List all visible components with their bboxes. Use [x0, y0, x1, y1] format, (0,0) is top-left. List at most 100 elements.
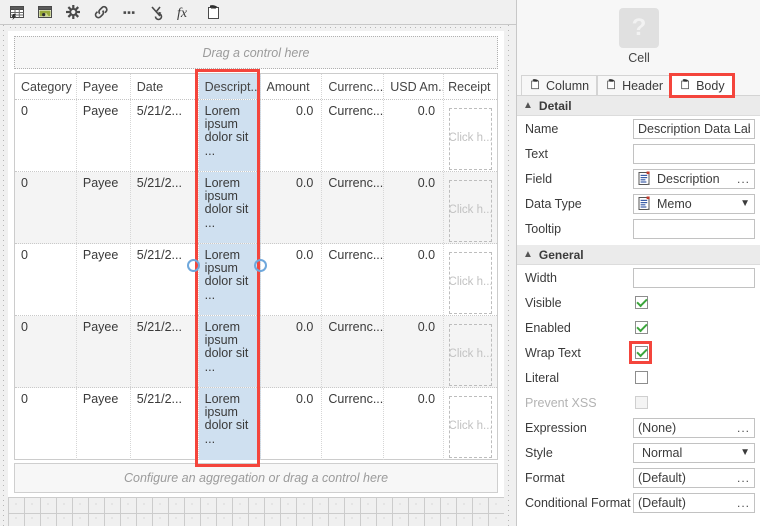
visible-checkbox[interactable]: [635, 296, 648, 309]
expression-ellipsis-icon[interactable]: ...: [733, 421, 750, 435]
cell-usd-amount[interactable]: 0.0: [384, 100, 445, 171]
data-type-dropdown[interactable]: Memo ▼: [633, 193, 755, 214]
expression-picker[interactable]: (None) ...: [633, 417, 755, 438]
receipt-upload-placeholder[interactable]: Click h...: [449, 252, 492, 314]
cell-receipt[interactable]: Click h...: [444, 100, 497, 171]
tooltip-input[interactable]: [633, 218, 755, 239]
cell-receipt[interactable]: Click h...: [444, 388, 497, 460]
receipt-upload-placeholder[interactable]: Click h...: [449, 324, 492, 386]
cell-currency[interactable]: Currenc...: [322, 244, 385, 315]
wrap-text-checkbox[interactable]: [635, 346, 648, 359]
cell-currency[interactable]: Currenc...: [322, 172, 385, 243]
cell-description[interactable]: Lorem ipsum dolor sit ...: [198, 388, 261, 460]
cell-description[interactable]: Lorem ipsum dolor sit ...: [198, 100, 261, 171]
cell-description[interactable]: Lorem ipsum dolor sit ...: [198, 244, 261, 315]
table-row[interactable]: 0 Payee 5/21/2... Lorem ipsum dolor sit …: [15, 244, 497, 316]
paste-control-icon[interactable]: [200, 1, 226, 23]
column-header-currency[interactable]: Currenc...: [322, 74, 385, 99]
name-input[interactable]: Description Data Labe: [633, 118, 755, 139]
cell-usd-amount[interactable]: 0.0: [384, 316, 445, 387]
cell-date[interactable]: 5/21/2...: [131, 244, 199, 315]
cell-currency[interactable]: Currenc...: [322, 100, 385, 171]
column-header-amount[interactable]: Amount: [261, 74, 323, 99]
cell-category[interactable]: 0: [15, 172, 77, 243]
cell-date[interactable]: 5/21/2...: [131, 100, 199, 171]
column-header-receipt[interactable]: Receipt: [444, 74, 497, 99]
receipt-upload-placeholder[interactable]: Click h...: [449, 108, 492, 170]
cell-category[interactable]: 0: [15, 244, 77, 315]
cell-category[interactable]: 0: [15, 316, 77, 387]
more-options-icon[interactable]: [116, 1, 142, 23]
column-header-description[interactable]: Descript...: [198, 74, 261, 99]
conditional-format-picker[interactable]: (Default) ...: [633, 492, 755, 513]
column-header-date[interactable]: Date: [131, 74, 199, 99]
chevron-down-icon[interactable]: ▼: [736, 447, 750, 458]
cell-date[interactable]: 5/21/2...: [131, 316, 199, 387]
enabled-checkbox-wrap: [633, 321, 648, 334]
cell-currency[interactable]: Currenc...: [322, 316, 385, 387]
settings-gear-icon[interactable]: [60, 1, 86, 23]
cell-amount[interactable]: 0.0: [261, 316, 323, 387]
cell-usd-amount[interactable]: 0.0: [384, 172, 445, 243]
column-resize-handle-right[interactable]: [254, 259, 267, 272]
section-header-general[interactable]: ▲ General: [517, 245, 760, 265]
tab-column[interactable]: Column: [521, 75, 598, 96]
tab-header[interactable]: Header: [597, 75, 672, 96]
field-picker-ellipsis-icon[interactable]: ...: [733, 172, 750, 186]
field-picker[interactable]: Description ...: [633, 168, 755, 189]
property-label-expression: Expression: [525, 420, 587, 435]
receipt-upload-placeholder[interactable]: Click h...: [449, 396, 492, 458]
table-row[interactable]: 0 Payee 5/21/2... Lorem ipsum dolor sit …: [15, 100, 497, 172]
section-header-detail[interactable]: ▲ Detail: [517, 96, 760, 116]
receipt-upload-placeholder[interactable]: Click h...: [449, 180, 492, 242]
conditional-format-ellipsis-icon[interactable]: ...: [733, 496, 750, 510]
column-header-payee[interactable]: Payee: [77, 74, 131, 99]
text-input[interactable]: [633, 143, 755, 164]
canvas-empty-area: [8, 497, 504, 526]
cell-receipt[interactable]: Click h...: [444, 316, 497, 387]
cell-category[interactable]: 0: [15, 388, 77, 460]
cell-payee[interactable]: Payee: [77, 244, 131, 315]
table-row[interactable]: 0 Payee 5/21/2... Lorem ipsum dolor sit …: [15, 316, 497, 388]
cell-usd-amount[interactable]: 0.0: [384, 388, 445, 460]
insert-image-icon[interactable]: [32, 1, 58, 23]
column-resize-handle-left[interactable]: [187, 259, 200, 272]
cell-category[interactable]: 0: [15, 100, 77, 171]
cell-amount[interactable]: 0.0: [261, 100, 323, 171]
cell-payee[interactable]: Payee: [77, 100, 131, 171]
function-fx-icon[interactable]: fx: [172, 1, 198, 23]
table-row[interactable]: 0 Payee 5/21/2... Lorem ipsum dolor sit …: [15, 172, 497, 244]
format-picker[interactable]: (Default) ...: [633, 467, 755, 488]
width-input[interactable]: [633, 267, 755, 288]
footer-aggregation-dropzone[interactable]: Configure an aggregation or drag a contr…: [14, 463, 498, 493]
cell-description[interactable]: Lorem ipsum dolor sit ...: [198, 316, 261, 387]
cell-receipt[interactable]: Click h...: [444, 172, 497, 243]
cell-amount[interactable]: 0.0: [261, 388, 323, 460]
cell-payee[interactable]: Payee: [77, 388, 131, 460]
convert-icon[interactable]: [144, 1, 170, 23]
format-ellipsis-icon[interactable]: ...: [733, 471, 750, 485]
tab-body[interactable]: Body: [669, 73, 735, 98]
column-header-usd-amount[interactable]: USD Am...: [384, 74, 445, 99]
cell-date[interactable]: 5/21/2...: [131, 172, 199, 243]
property-row-literal: Literal: [517, 365, 760, 390]
cell-payee[interactable]: Payee: [77, 316, 131, 387]
cell-amount[interactable]: 0.0: [261, 244, 323, 315]
cell-currency[interactable]: Currenc...: [322, 388, 385, 460]
header-dropzone[interactable]: Drag a control here: [14, 36, 498, 69]
column-header-category[interactable]: Category: [15, 74, 77, 99]
link-icon[interactable]: [88, 1, 114, 23]
literal-checkbox[interactable]: [635, 371, 648, 384]
cell-date[interactable]: 5/21/2...: [131, 388, 199, 460]
cell-amount[interactable]: 0.0: [261, 172, 323, 243]
cell-usd-amount[interactable]: 0.0: [384, 244, 445, 315]
chevron-down-icon[interactable]: ▼: [736, 198, 750, 209]
cell-receipt[interactable]: Click h...: [444, 244, 497, 315]
paste-control-icon: [605, 78, 618, 94]
insert-table-icon[interactable]: [4, 1, 30, 23]
cell-description[interactable]: Lorem ipsum dolor sit ...: [198, 172, 261, 243]
style-dropdown[interactable]: Normal ▼: [633, 442, 755, 463]
cell-payee[interactable]: Payee: [77, 172, 131, 243]
enabled-checkbox[interactable]: [635, 321, 648, 334]
table-row[interactable]: 0 Payee 5/21/2... Lorem ipsum dolor sit …: [15, 388, 497, 460]
